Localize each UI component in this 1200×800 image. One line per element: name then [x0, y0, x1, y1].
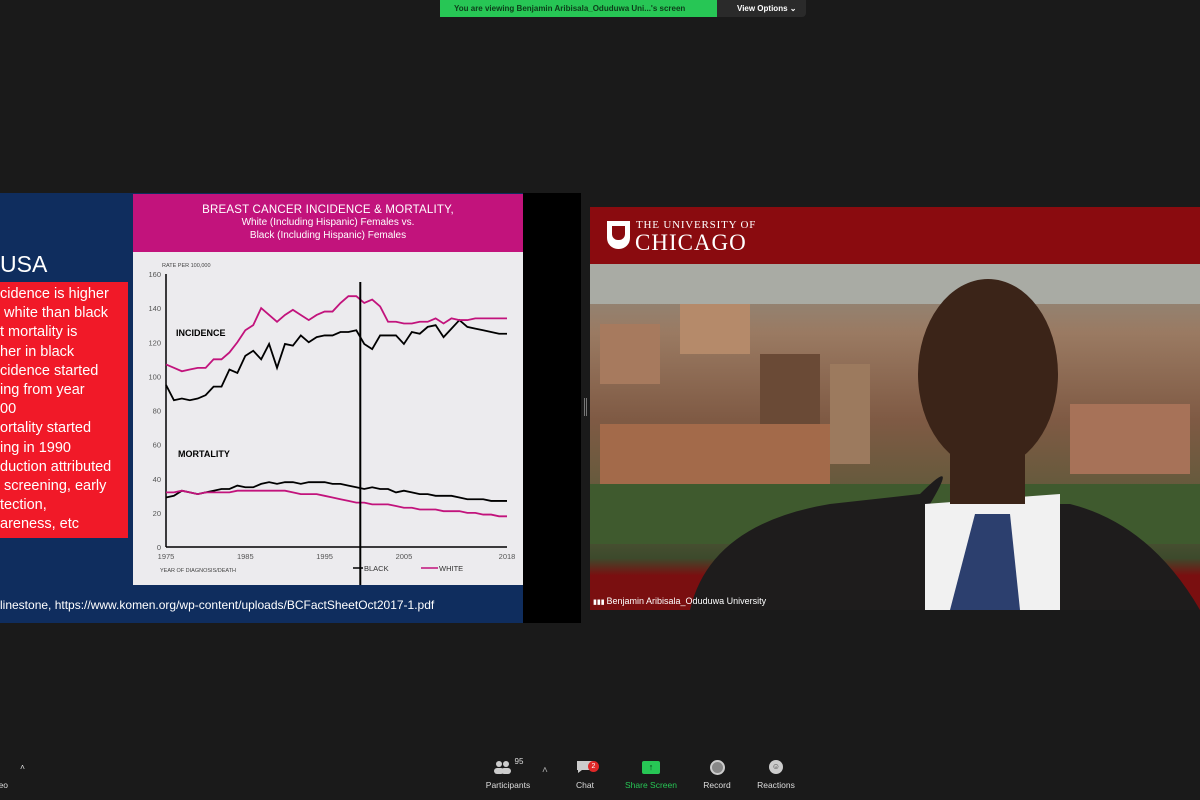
meeting-toolbar: ˄ ideo 95 Participants ˄ 2 Chat ↑ Share S…	[0, 757, 1200, 800]
chat-badge: 2	[588, 761, 599, 772]
slide-source-footer: linestone, https://www.komen.org/wp-cont…	[0, 598, 435, 612]
chart-subtitle-1: White (Including Hispanic) Females vs.	[241, 217, 415, 228]
chat-label: Chat	[576, 780, 594, 790]
slide-margin	[523, 193, 581, 623]
y-tick-label: 100	[148, 372, 161, 381]
participants-chevron-icon[interactable]: ˄	[542, 765, 548, 776]
split-resize-handle[interactable]	[584, 398, 587, 416]
reactions-label: Reactions	[757, 780, 795, 790]
y-tick-label: 160	[148, 270, 161, 279]
chat-icon: 2	[550, 757, 620, 777]
reactions-icon: ☺	[741, 757, 811, 777]
y-tick-label: 140	[148, 304, 161, 313]
x-tick-label: 1985	[237, 552, 254, 561]
x-tick-label: 2005	[396, 552, 413, 561]
participant-name-label: ▮▮▮ Benjamin Aribisala_Oduduwa Universit…	[593, 596, 766, 606]
presenter	[690, 279, 1200, 610]
share-screen-icon: ↑	[616, 757, 686, 777]
share-screen-button[interactable]: ↑ Share Screen	[616, 757, 686, 790]
signal-icon: ▮▮▮	[593, 599, 607, 606]
x-tick-label: 1995	[316, 552, 333, 561]
reactions-button[interactable]: ☺ Reactions	[741, 757, 811, 790]
slide-bullets: cidence is higher white than black t mor…	[0, 282, 128, 538]
participants-icon: 95	[473, 757, 543, 777]
chat-button[interactable]: 2 Chat	[550, 757, 620, 790]
chart-header: BREAST CANCER INCIDENCE & MORTALITY, Whi…	[133, 194, 523, 252]
annotation-mortality: MORTALITY	[178, 449, 230, 459]
series-line-white-mortality	[166, 489, 507, 518]
banner-line2: CHICAGO	[635, 230, 747, 255]
participants-label: Participants	[485, 780, 531, 790]
y-tick-label: 0	[157, 543, 161, 552]
y-tick-label: 120	[148, 338, 161, 347]
university-banner: THE UNIVERSITY OF CHICAGO	[590, 207, 1200, 264]
video-button[interactable]: ˄ ideo	[0, 757, 35, 790]
participant-name: Benjamin Aribisala_Oduduwa University	[606, 596, 767, 606]
y-axis-label: RATE PER 100,000	[162, 263, 211, 269]
y-tick-label: 40	[153, 475, 161, 484]
participant-video: THE UNIVERSITY OF CHICAGO ▮▮▮ Benjamin A…	[590, 207, 1200, 610]
record-label: Record	[703, 780, 731, 790]
x-tick-label: 1975	[158, 552, 175, 561]
virtual-background	[590, 264, 1200, 610]
chart-title: BREAST CANCER INCIDENCE & MORTALITY,	[202, 204, 454, 216]
x-tick-label: 2018	[499, 552, 516, 561]
slide-heading: USA	[0, 251, 48, 277]
line-chart: RATE PER 100,000 YEAR OF DIAGNOSIS/DEATH…	[148, 263, 516, 585]
university-crest-icon	[607, 221, 630, 249]
share-screen-label: Share Screen	[625, 780, 677, 790]
participant-count: 95	[514, 757, 524, 766]
legend: BLACK WHITE	[353, 564, 463, 573]
view-options-button[interactable]: View Options ⌄	[717, 0, 806, 17]
screen-share-banner: You are viewing Benjamin Aribisala_Odudu…	[440, 0, 806, 17]
video-label: ideo	[0, 780, 9, 790]
viewing-notice: You are viewing Benjamin Aribisala_Odudu…	[440, 0, 717, 17]
legend-label-white: WHITE	[439, 564, 463, 573]
video-chevron-icon[interactable]: ˄	[0, 757, 35, 777]
chart-panel: BREAST CANCER INCIDENCE & MORTALITY, Whi…	[133, 194, 523, 585]
annotation-incidence: INCIDENCE	[176, 328, 226, 338]
chart-subtitle-2: Black (Including Hispanic) Females	[249, 230, 407, 241]
y-tick-label: 60	[153, 441, 161, 450]
legend-label-black: BLACK	[364, 564, 389, 573]
participants-button[interactable]: 95 Participants	[473, 757, 543, 790]
shared-slide: USA cidence is higher white than black t…	[0, 193, 523, 623]
x-axis-label: YEAR OF DIAGNOSIS/DEATH	[160, 568, 236, 574]
y-tick-label: 80	[153, 407, 161, 416]
y-tick-label: 20	[153, 509, 161, 518]
